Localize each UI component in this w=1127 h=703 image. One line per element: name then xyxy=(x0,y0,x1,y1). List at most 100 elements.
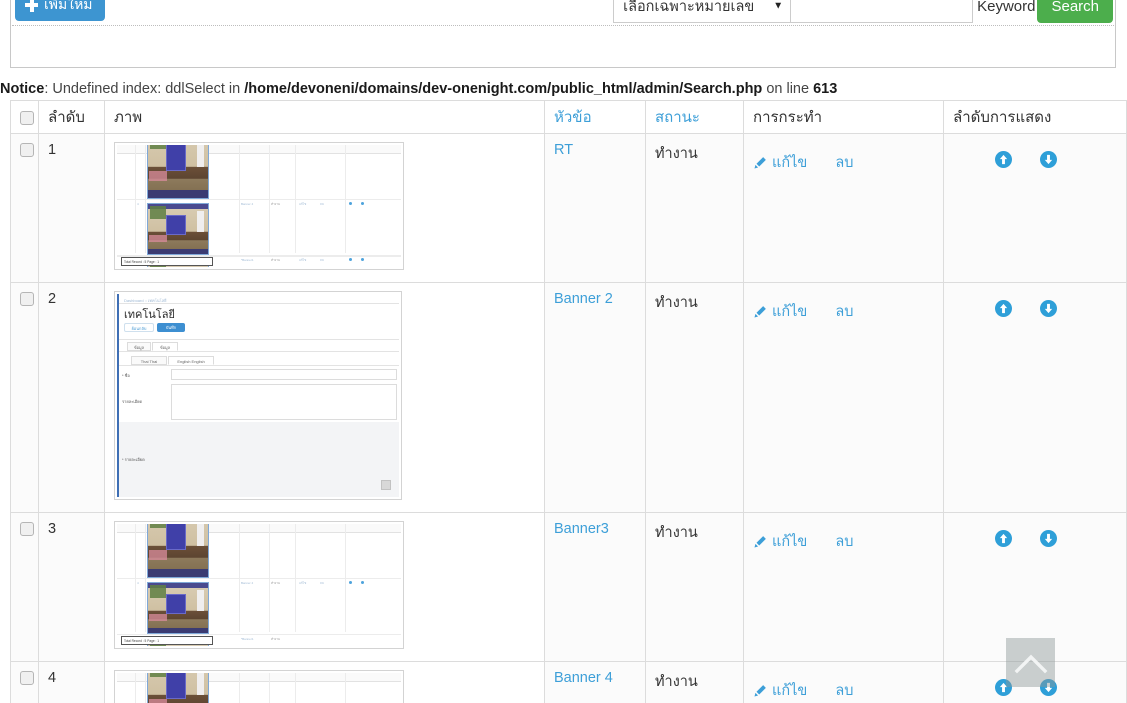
row-image-cell: 4 Banner 4 ทำงาน แก้ไข ลบ xyxy=(104,661,545,703)
thumb-field-bottom-label: * รายละเอียด xyxy=(122,457,145,462)
notice-line-number: 613 xyxy=(813,81,838,97)
chevron-up-icon xyxy=(1014,651,1048,675)
edit-label: แก้ไข xyxy=(772,534,808,550)
delete-button[interactable]: ลบ xyxy=(835,151,853,174)
edit-label: แก้ไข xyxy=(772,304,808,320)
row-checkbox[interactable] xyxy=(20,522,34,537)
thumbnail-image: 4 Banner 4 ทำงาน แก้ไข ลบ xyxy=(117,673,401,703)
pencil-icon xyxy=(753,305,767,319)
row-title-cell: RT xyxy=(544,133,646,283)
keyword-label: Keyword xyxy=(977,0,1036,15)
row-title-link[interactable]: Banner 4 xyxy=(554,670,613,686)
header-action: การกระทำ xyxy=(743,100,944,134)
table-header-row: ลำดับ ภาพ หัวข้อ สถานะ การกระทำ ลำดับการ… xyxy=(10,100,1127,134)
header-display-order: ลำดับการแสดง xyxy=(943,100,1127,134)
row-order: 4 xyxy=(38,661,105,703)
row-checkbox-cell xyxy=(10,282,39,513)
row-title-link[interactable]: Banner 2 xyxy=(554,291,613,307)
edit-button[interactable]: แก้ไข xyxy=(753,151,807,174)
pencil-icon xyxy=(753,535,767,549)
row-checkbox-cell xyxy=(10,133,39,283)
search-button[interactable]: Search xyxy=(1037,0,1113,23)
edit-label: แก้ไข xyxy=(772,683,808,699)
row-display-order-cell xyxy=(943,133,1127,283)
edit-button[interactable]: แก้ไข xyxy=(753,679,807,702)
add-new-button-label: เพิ่มใหม่ xyxy=(44,0,93,12)
row-thumbnail[interactable]: 4 Banner 4 ทำงาน แก้ไข ลบ xyxy=(114,521,404,649)
row-order: 2 xyxy=(38,282,105,513)
row-thumbnail[interactable]: 4 Banner 4 ทำงาน แก้ไข ลบ xyxy=(114,670,404,703)
circle-arrow-down-icon[interactable] xyxy=(1040,151,1057,168)
toolbar-divider xyxy=(12,25,1114,26)
row-status: ทำงาน xyxy=(645,282,744,513)
thumb-lang-tab-thai: Thai Thai xyxy=(131,356,167,365)
row-action-cell: แก้ไข ลบ xyxy=(743,512,944,662)
header-status[interactable]: สถานะ xyxy=(645,100,744,134)
chevron-down-icon: ▼ xyxy=(773,0,784,12)
toolbar-row: เพิ่มใหม่ เลือกเฉพาะหมายเลข ▼ Keyword Se… xyxy=(11,0,1115,25)
row-title-cell: Banner3 xyxy=(544,512,646,662)
row-thumbnail[interactable]: Dashboard :: เทคโนโลยี เทคโนโลยี ย้อนกลั… xyxy=(114,291,402,500)
keyword-input[interactable] xyxy=(791,0,974,23)
row-checkbox[interactable] xyxy=(20,143,34,158)
filter-select[interactable]: เลือกเฉพาะหมายเลข ▼ xyxy=(613,0,792,23)
row-checkbox[interactable] xyxy=(20,671,34,686)
notice-online: on line xyxy=(762,81,814,97)
thumb-lang-tab-english: English English xyxy=(168,356,214,365)
delete-button[interactable]: ลบ xyxy=(835,300,853,323)
php-notice: Notice: Undefined index: ddlSelect in /h… xyxy=(0,80,1127,98)
row-action-cell: แก้ไข ลบ xyxy=(743,661,944,703)
search-group: เลือกเฉพาะหมายเลข ▼ Keyword Search xyxy=(613,0,1113,23)
row-action-cell: แก้ไข ลบ xyxy=(743,133,944,283)
circle-arrow-up-icon[interactable] xyxy=(995,300,1012,317)
banner-table: ลำดับ ภาพ หัวข้อ สถานะ การกระทำ ลำดับการ… xyxy=(10,100,1127,703)
table-row: 4 Banner 4 ทำงาน แก้ไข ลบ xyxy=(10,661,1127,703)
notice-message: Undefined index: ddlSelect in xyxy=(52,81,245,97)
circle-arrow-down-icon[interactable] xyxy=(1040,530,1057,547)
thumbnail-image: Dashboard :: เทคโนโลยี เทคโนโลยี ย้อนกลั… xyxy=(117,294,399,497)
pencil-icon xyxy=(753,684,767,698)
thumbnail-footer: Total Record : 5 Page : 1 xyxy=(121,636,213,645)
edit-button[interactable]: แก้ไข xyxy=(753,530,807,553)
table-row: 3 4 Banner 4 ทำงาน แก้ไข ลบ *Banner1 ทำง… xyxy=(10,512,1127,662)
edit-button[interactable]: แก้ไข xyxy=(753,300,807,323)
toolbar-panel: เพิ่มใหม่ เลือกเฉพาะหมายเลข ▼ Keyword Se… xyxy=(10,0,1116,68)
row-title-cell: Banner 2 xyxy=(544,282,646,513)
circle-arrow-up-icon[interactable] xyxy=(995,151,1012,168)
thumbnail-footer: Total Record : 5 Page : 1 xyxy=(121,257,213,266)
thumb-field-title-label: * ชื่อ xyxy=(122,373,130,378)
circle-arrow-up-icon[interactable] xyxy=(995,530,1012,547)
delete-button[interactable]: ลบ xyxy=(835,530,853,553)
admin-banner-list-page: เพิ่มใหม่ เลือกเฉพาะหมายเลข ▼ Keyword Se… xyxy=(0,0,1127,703)
select-all-header xyxy=(10,100,39,134)
thumb-tab-two: ข้อมูล xyxy=(152,342,178,351)
pencil-icon xyxy=(753,156,767,170)
table-row: 1 4 Banner 4 ทำงาน แก้ไข ลบ *Banner1 ทำง… xyxy=(10,133,1127,283)
edit-label: แก้ไข xyxy=(772,155,808,171)
thumb-save-button: บันทึก xyxy=(157,323,185,332)
select-all-checkbox[interactable] xyxy=(20,110,34,125)
row-action-cell: แก้ไข ลบ xyxy=(743,282,944,513)
thumb-title: เทคโนโลยี xyxy=(124,309,175,321)
row-checkbox-cell xyxy=(10,661,39,703)
thumbnail-image: 4 Banner 4 ทำงาน แก้ไข ลบ xyxy=(117,524,401,646)
row-title-link[interactable]: RT xyxy=(554,142,573,158)
add-new-button[interactable]: เพิ่มใหม่ xyxy=(15,0,105,21)
row-thumbnail[interactable]: 4 Banner 4 ทำงาน แก้ไข ลบ xyxy=(114,142,404,270)
row-title-cell: Banner 4 xyxy=(544,661,646,703)
header-title[interactable]: หัวข้อ xyxy=(544,100,646,134)
row-checkbox-cell xyxy=(10,512,39,662)
scroll-to-top-button[interactable] xyxy=(1006,638,1055,687)
header-image: ภาพ xyxy=(104,100,545,134)
row-image-cell: 4 Banner 4 ทำงาน แก้ไข ลบ xyxy=(104,512,545,662)
row-display-order-cell xyxy=(943,282,1127,513)
delete-button[interactable]: ลบ xyxy=(835,679,853,702)
notice-prefix: Notice xyxy=(0,81,45,97)
table-row: 2 Dashboard :: เทคโนโลยี เทคโนโลยี ย้อนก… xyxy=(10,282,1127,513)
row-checkbox[interactable] xyxy=(20,292,34,307)
thumb-back-button: ย้อนกลับ xyxy=(124,323,154,332)
row-image-cell: 4 Banner 4 ทำงาน แก้ไข ลบ xyxy=(104,133,545,283)
row-title-link[interactable]: Banner3 xyxy=(554,521,609,537)
notice-file: /home/devoneni/domains/dev-onenight.com/… xyxy=(244,81,763,97)
circle-arrow-down-icon[interactable] xyxy=(1040,300,1057,317)
